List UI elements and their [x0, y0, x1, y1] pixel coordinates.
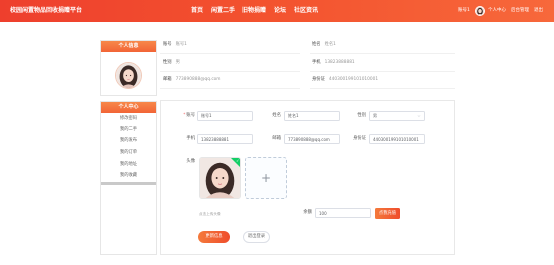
avatar-photo-icon [476, 7, 484, 15]
upload-hint: 点击上传头像 [199, 212, 221, 216]
user-center-title: 个人中心 [101, 102, 156, 113]
info-phone-value: 13823888881 [324, 60, 355, 65]
nav-news[interactable]: 社区资讯 [294, 0, 318, 22]
sidebar-item-my-address[interactable]: 我的地址 [101, 161, 156, 169]
logout-button[interactable]: 退出登录 [243, 231, 270, 243]
header-username: 账号1 [458, 8, 470, 13]
avatar-photo-icon [200, 158, 240, 198]
link-admin[interactable]: 后台管理 [511, 0, 529, 22]
user-center-menu: 个人中心 修改密码 我的二手 我的发布 我的订单 我的地址 我的收藏 [100, 101, 157, 255]
divider [160, 71, 300, 72]
account-label-text: 账号 [186, 113, 195, 118]
info-account-value: 账号1 [175, 42, 187, 47]
divider [310, 71, 455, 72]
check-icon: ✓ [236, 158, 240, 163]
nav-secondhand[interactable]: 闲置二手 [211, 0, 235, 22]
sidebar-item-my-orders[interactable]: 我的订单 [101, 149, 156, 157]
sidebar-scrollbar[interactable] [101, 182, 156, 185]
avatar-photo-icon [116, 63, 141, 88]
phone-input[interactable] [197, 134, 253, 144]
info-email-label: 邮箱 [163, 77, 172, 82]
chevron-down-icon [417, 115, 421, 117]
nav-donation[interactable]: 旧物捐赠 [242, 0, 266, 22]
plus-icon: + [260, 171, 272, 185]
balance-field-label: 余额 [303, 210, 312, 215]
balance-input[interactable] [315, 208, 371, 218]
nav-home[interactable]: 首页 [191, 0, 203, 22]
phone-field-label: 手机 [186, 136, 195, 141]
info-account: 账号 账号1 [163, 41, 187, 49]
header-avatar[interactable] [475, 6, 485, 16]
email-field-label: 邮箱 [272, 136, 281, 141]
info-email-value: 773890888@qq.com [175, 77, 221, 82]
info-account-label: 账号 [163, 42, 172, 47]
info-email: 邮箱 773890888@qq.com [163, 76, 221, 84]
sidebar-item-my-secondhand[interactable]: 我的二手 [101, 126, 156, 134]
top-header: 校园闲置物品回收捐赠平台 首页 闲置二手 旧物捐赠 论坛 社区资讯 账号1 个人… [0, 0, 554, 22]
info-idcard-value: 440300199101010001 [328, 77, 379, 82]
name-field-label: 姓名 [272, 113, 281, 118]
link-logout[interactable]: 退出 [534, 0, 543, 22]
site-title[interactable]: 校园闲置物品回收捐赠平台 [10, 0, 82, 22]
email-input[interactable] [284, 134, 340, 144]
divider [160, 53, 300, 54]
profile-card-title: 个人信息 [101, 41, 156, 52]
uploaded-avatar-image[interactable]: ✓ [199, 157, 241, 199]
name-input[interactable] [284, 111, 340, 121]
account-field-label: *账号 [180, 111, 195, 121]
divider [310, 88, 455, 89]
nav-forum[interactable]: 论坛 [274, 0, 286, 22]
info-gender-label: 性别 [163, 60, 172, 65]
idcard-input[interactable] [369, 134, 425, 144]
update-info-button[interactable]: 更新信息 [198, 231, 230, 243]
recharge-button[interactable]: 点我充值 [375, 208, 400, 219]
info-name-label: 姓名 [312, 42, 321, 47]
divider [160, 88, 300, 89]
idcard-field-label: 身份证 [353, 136, 366, 141]
info-gender-value: 男 [175, 60, 180, 65]
profile-card: 个人信息 [100, 40, 157, 96]
sidebar-item-my-favorites[interactable]: 我的收藏 [101, 172, 156, 180]
sidebar-avatar [115, 62, 142, 89]
gender-field-label: 性别 [357, 113, 366, 118]
gender-select-value: 男 [373, 113, 377, 118]
sidebar-item-my-posts[interactable]: 我的发布 [101, 137, 156, 145]
link-user-center[interactable]: 个人中心 [488, 0, 506, 22]
gender-select[interactable]: 男 [369, 111, 425, 121]
info-name-value: 姓名1 [324, 42, 336, 47]
info-phone-label: 手机 [312, 60, 321, 65]
avatar-upload-button[interactable]: + [245, 157, 287, 199]
sidebar-item-change-password[interactable]: 修改密码 [101, 115, 156, 123]
divider [310, 53, 455, 54]
info-idcard-label: 身份证 [312, 77, 325, 82]
info-name: 姓名 姓名1 [312, 41, 336, 49]
account-input[interactable] [197, 111, 253, 121]
info-idcard: 身份证 440300199101010001 [312, 76, 378, 84]
avatar-field-label: 头像 [186, 159, 195, 164]
info-phone: 手机 13823888881 [312, 59, 355, 67]
info-gender: 性别男 [163, 59, 180, 67]
